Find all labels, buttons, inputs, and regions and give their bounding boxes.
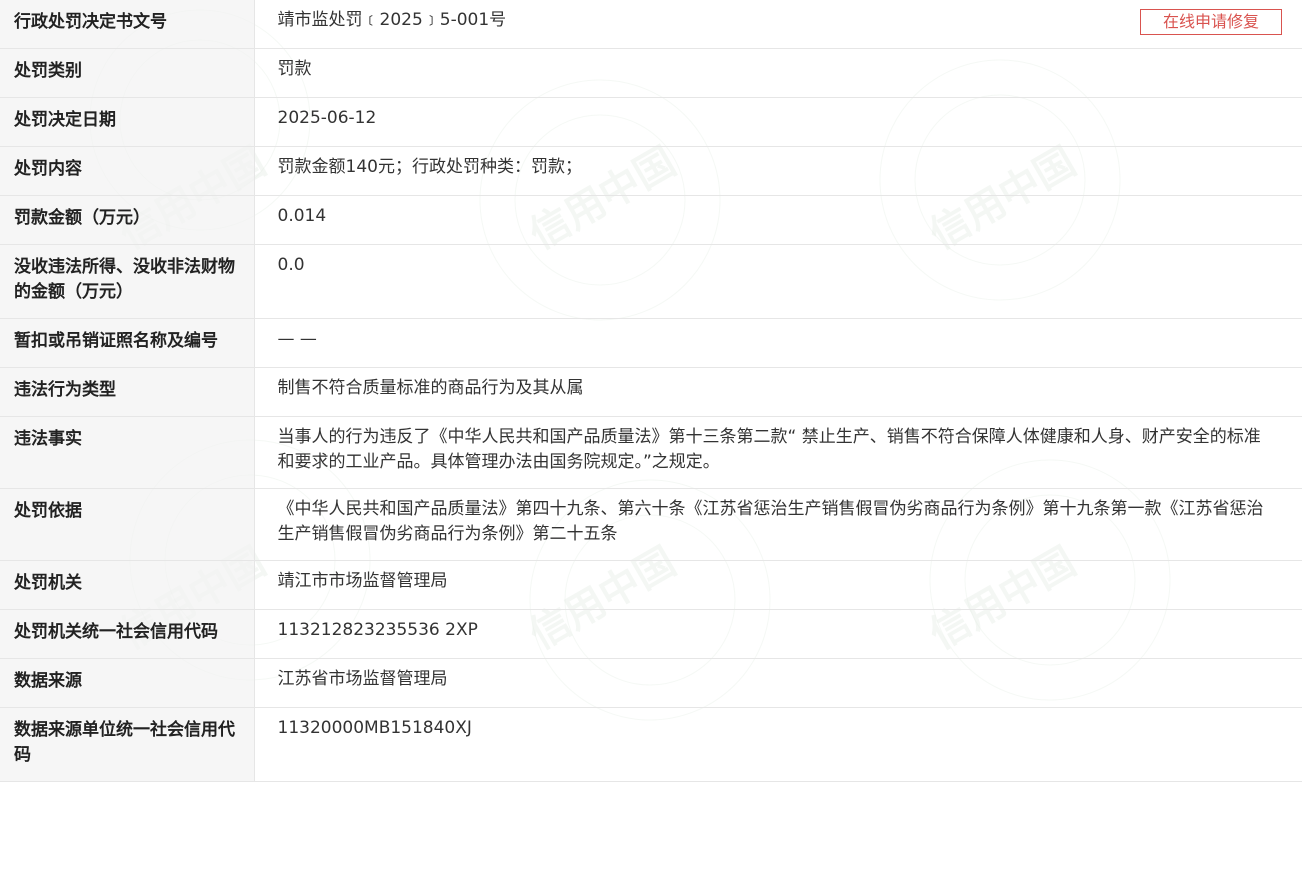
row-value: 《中华人民共和国产品质量法》第四十九条、第六十条《江苏省惩治生产销售假冒伪劣商品…: [254, 488, 1302, 561]
apply-repair-button[interactable]: 在线申请修复: [1140, 9, 1282, 35]
row-value: 靖江市市场监督管理局: [254, 560, 1302, 610]
row-value: — —: [254, 318, 1302, 368]
table-row: 处罚决定日期 2025-06-12: [0, 97, 1302, 147]
row-label: 违法行为类型: [0, 367, 255, 417]
table-row: 处罚依据 《中华人民共和国产品质量法》第四十九条、第六十条《江苏省惩治生产销售假…: [0, 488, 1302, 561]
table-row: 数据来源单位统一社会信用代码 11320000MB151840XJ: [0, 707, 1302, 782]
row-label: 违法事实: [0, 416, 255, 489]
table-row: 违法事实 当事人的行为违反了《中华人民共和国产品质量法》第十三条第二款“ 禁止生…: [0, 416, 1302, 489]
row-value: 制售不符合质量标准的商品行为及其从属: [254, 367, 1302, 417]
table-row: 处罚机关统一社会信用代码 113212823235536 2XP: [0, 609, 1302, 659]
row-label: 数据来源单位统一社会信用代码: [0, 707, 255, 782]
penalty-detail-page: 信用中国 信用中国 信用中国 信用中国 信用中国 信用中国 行政处罚决定书文号 …: [0, 0, 1302, 894]
row-value: 当事人的行为违反了《中华人民共和国产品质量法》第十三条第二款“ 禁止生产、销售不…: [254, 416, 1302, 489]
row-label: 行政处罚决定书文号: [0, 0, 255, 49]
table-row: 罚款金额（万元） 0.014: [0, 195, 1302, 245]
table-row: 处罚内容 罚款金额140元；行政处罚种类：罚款；: [0, 146, 1302, 196]
row-value: 罚款金额140元；行政处罚种类：罚款；: [254, 146, 1302, 196]
row-value: 靖市监处罚﹝2025﹞5-001号: [277, 10, 507, 30]
row-label: 处罚决定日期: [0, 97, 255, 147]
row-value: 0.014: [254, 195, 1302, 245]
row-label: 处罚机关统一社会信用代码: [0, 609, 255, 659]
table-row: 处罚类别 罚款: [0, 48, 1302, 98]
table-row: 违法行为类型 制售不符合质量标准的商品行为及其从属: [0, 367, 1302, 417]
table-row: 暂扣或吊销证照名称及编号 — —: [0, 318, 1302, 368]
penalty-detail-table: 行政处罚决定书文号 靖市监处罚﹝2025﹞5-001号 在线申请修复 处罚类别 …: [0, 0, 1302, 782]
table-row: 处罚机关 靖江市市场监督管理局: [0, 560, 1302, 610]
row-value: 罚款: [254, 48, 1302, 98]
row-label: 处罚机关: [0, 560, 255, 610]
row-value: 0.0: [254, 244, 1302, 319]
row-label: 暂扣或吊销证照名称及编号: [0, 318, 255, 368]
row-label: 没收违法所得、没收非法财物的金额（万元）: [0, 244, 255, 319]
table-row: 数据来源 江苏省市场监督管理局: [0, 658, 1302, 708]
row-label: 处罚依据: [0, 488, 255, 561]
row-label: 数据来源: [0, 658, 255, 708]
table-row: 没收违法所得、没收非法财物的金额（万元） 0.0: [0, 244, 1302, 319]
table-row: 行政处罚决定书文号 靖市监处罚﹝2025﹞5-001号 在线申请修复: [0, 0, 1302, 49]
row-label: 处罚类别: [0, 48, 255, 98]
row-label: 处罚内容: [0, 146, 255, 196]
row-value: 11320000MB151840XJ: [254, 707, 1302, 782]
row-value: 113212823235536 2XP: [254, 609, 1302, 659]
row-label: 罚款金额（万元）: [0, 195, 255, 245]
row-value: 2025-06-12: [254, 97, 1302, 147]
row-value: 江苏省市场监督管理局: [254, 658, 1302, 708]
